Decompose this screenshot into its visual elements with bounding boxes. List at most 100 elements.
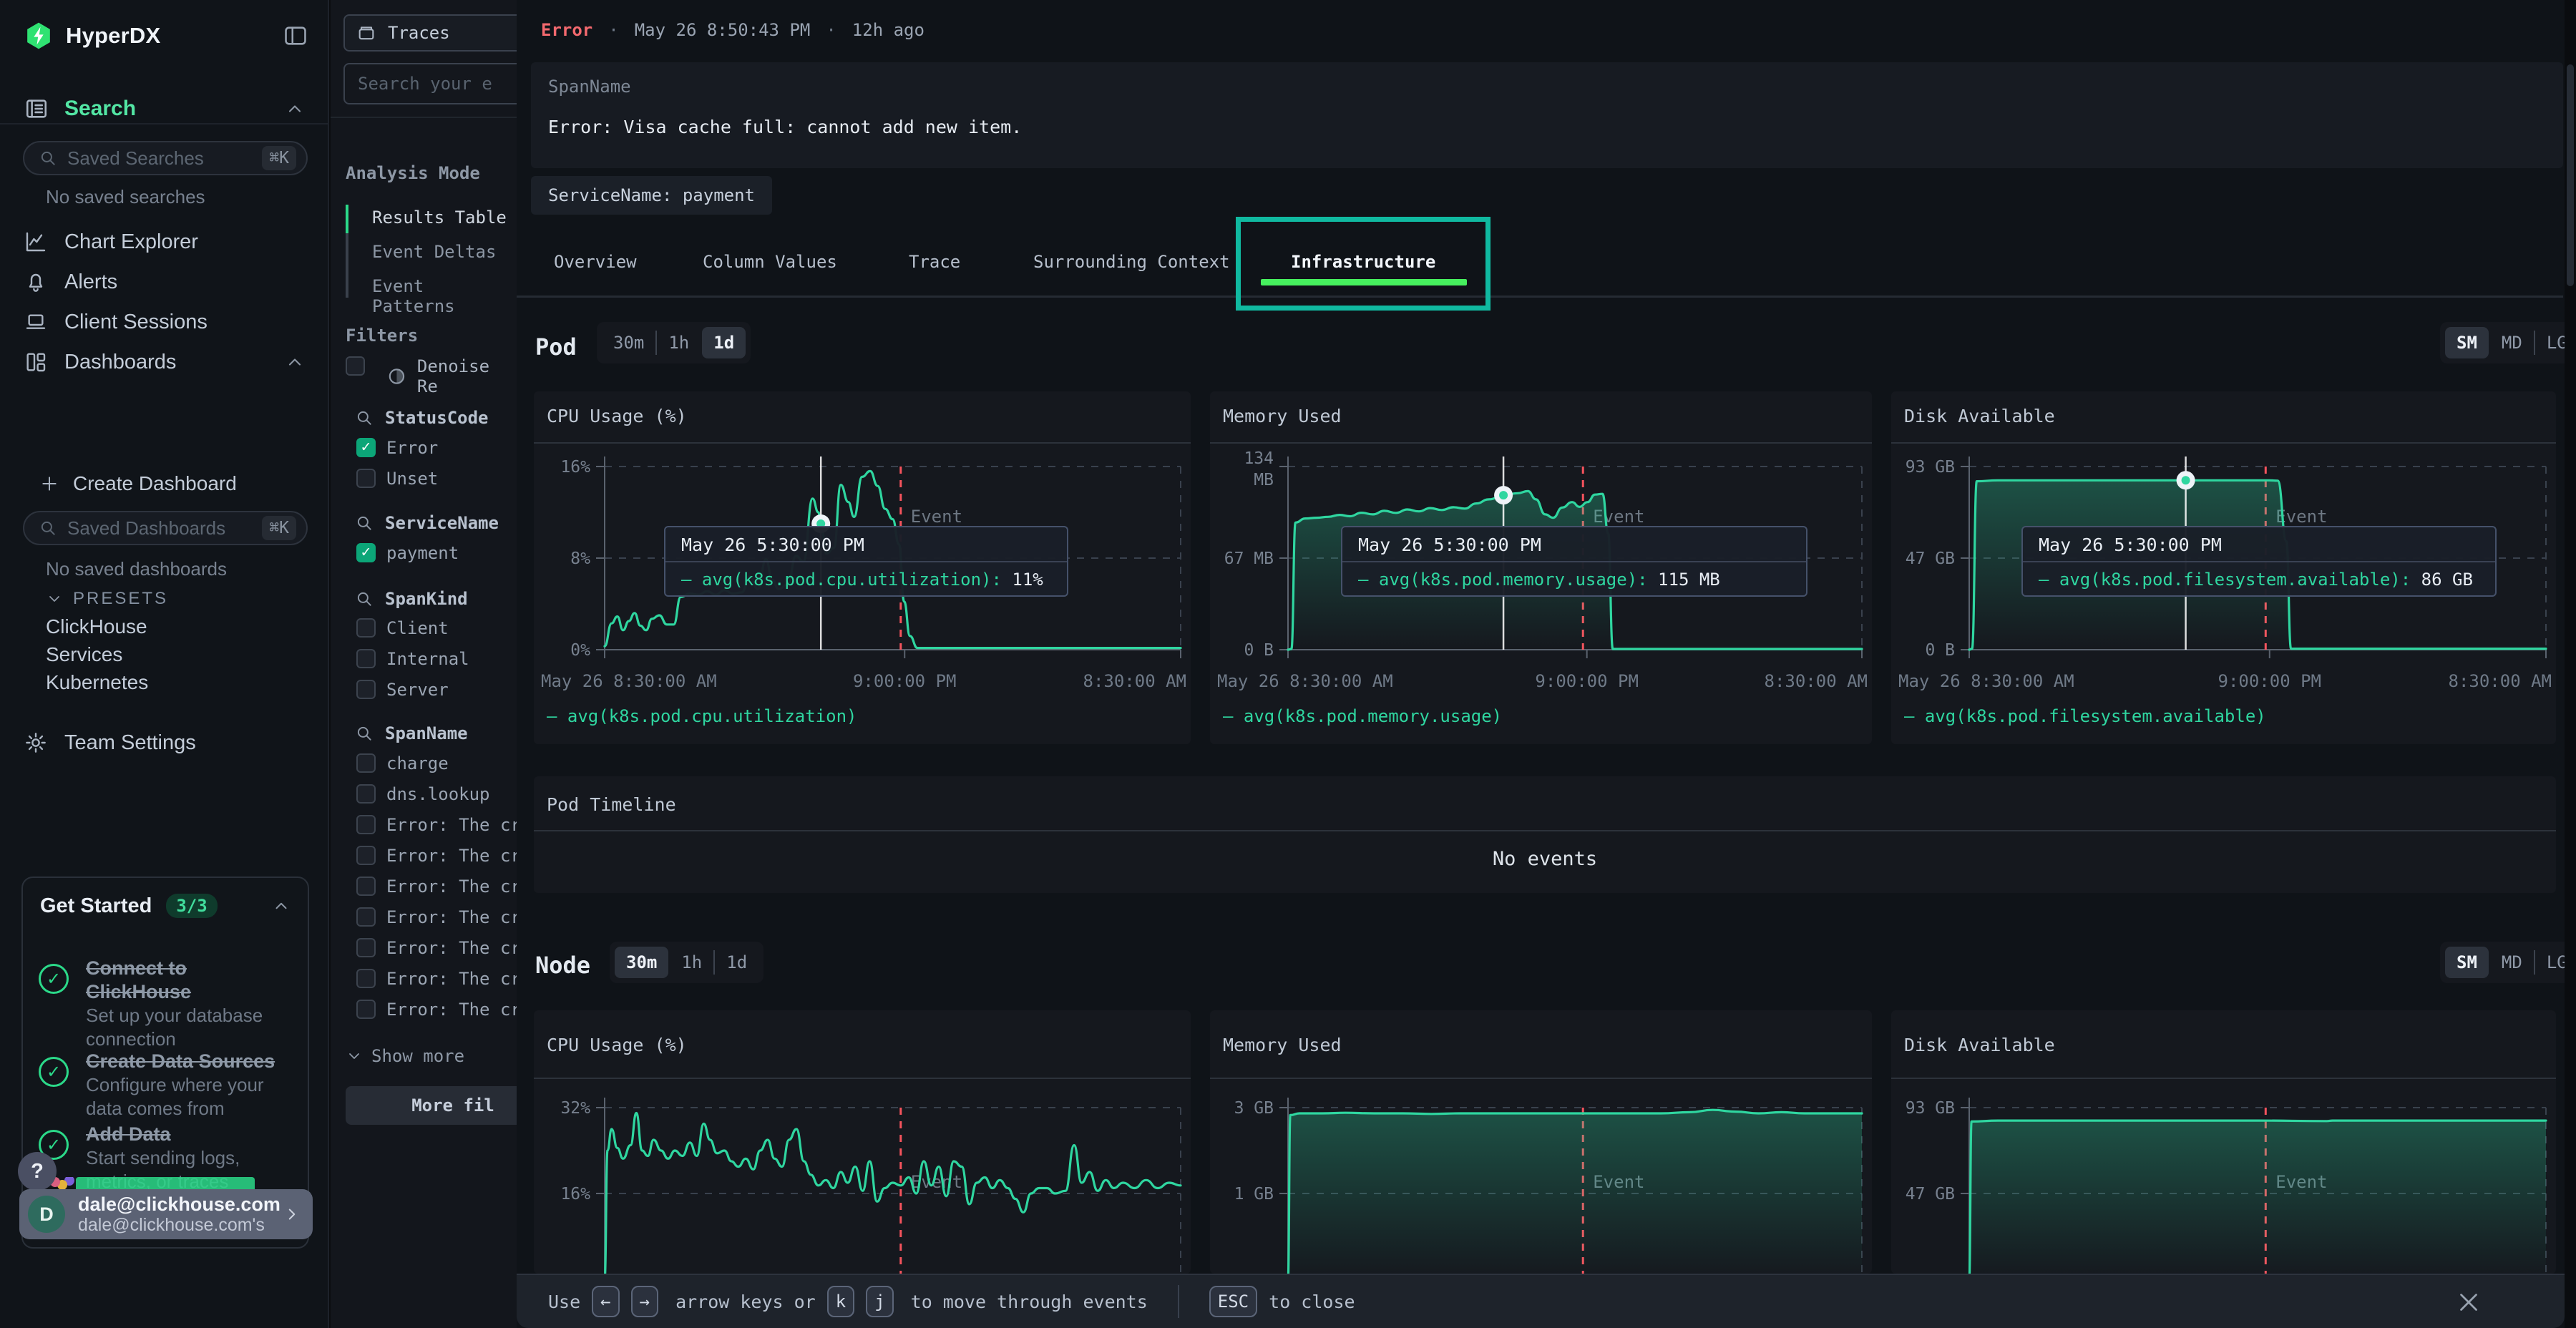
more-filters-label: More fil <box>411 1095 494 1115</box>
filter-checkbox-error-the-cr[interactable] <box>356 846 376 865</box>
filter-checkbox-server[interactable] <box>356 680 376 699</box>
span-name-box: SpanNameError: Visa cache full: cannot a… <box>531 62 2563 168</box>
sidebar-item-client-sessions[interactable]: Client Sessions <box>0 308 329 336</box>
sidebar-item-dashboards[interactable]: Dashboards <box>0 348 329 376</box>
preset-item-kubernetes[interactable]: Kubernetes <box>46 671 148 694</box>
svg-text:93 GB: 93 GB <box>1906 458 1955 477</box>
filter-checkbox-charge[interactable] <box>356 753 376 773</box>
filter-checkbox-dns-lookup[interactable] <box>356 784 376 804</box>
analysis-mode-event-patterns[interactable]: Event Patterns <box>372 276 517 316</box>
no-saved-dashboards: No saved dashboards <box>46 558 227 580</box>
sidebar-item-team-settings[interactable]: Team Settings <box>0 728 329 757</box>
filter-checkbox-error[interactable]: ✓ <box>356 438 376 457</box>
show-more-button[interactable]: Show more <box>346 1046 464 1066</box>
create-dashboard-label: Create Dashboard <box>73 472 237 495</box>
get-started-item[interactable]: ✓Create Data SourcesConfigure where your… <box>39 1050 295 1120</box>
chart-tooltip: May 26 5:30:00 PM— avg(k8s.pod.filesyste… <box>2021 526 2497 597</box>
analysis-mode-results-table[interactable]: Results Table <box>372 208 507 228</box>
get-started-header[interactable]: Get Started3/3 <box>23 878 308 922</box>
sidebar-item-label: Search <box>64 97 136 121</box>
get-started-item-title: Connect to ClickHouse <box>86 957 295 1004</box>
get-started-item-text: Connect to ClickHouseSet up your databas… <box>86 957 295 1051</box>
tab-bar-border <box>517 296 2563 298</box>
kbd-esc-key[interactable]: ESC <box>1209 1286 1257 1317</box>
kbd-nav-key[interactable]: k <box>827 1286 854 1317</box>
chevron-down-icon <box>346 1048 363 1065</box>
preset-item-services[interactable]: Services <box>46 643 122 666</box>
pod-range-option-30m[interactable]: 30m <box>602 327 655 358</box>
node-size-option-sm[interactable]: SM <box>2445 947 2489 978</box>
tab-surrounding-context[interactable]: Surrounding Context <box>1033 252 1230 272</box>
node-range-option-1d[interactable]: 1d <box>715 947 758 978</box>
filter-checkbox-error-the-cr[interactable] <box>356 938 376 957</box>
footer-text: arrow keys or <box>675 1292 816 1312</box>
source-selector[interactable]: Traces <box>343 14 517 52</box>
create-dashboard-button[interactable]: Create Dashboard <box>0 469 329 498</box>
sidebar-item-alerts[interactable]: Alerts <box>0 268 329 296</box>
node-range-option-30m[interactable]: 30m <box>615 947 668 978</box>
tab-overview[interactable]: Overview <box>554 252 637 272</box>
more-filters-button[interactable]: More fil <box>346 1086 517 1125</box>
sidebar-divider <box>0 123 329 125</box>
chart-legend: — avg(k8s.pod.memory.usage) <box>1223 706 1502 726</box>
check-circle-icon: ✓ <box>39 1057 69 1087</box>
kbd-arrow-key[interactable]: ← <box>592 1286 619 1317</box>
filter-checkbox-unset[interactable] <box>356 469 376 488</box>
drawer-close-button[interactable] <box>2456 1289 2482 1315</box>
denoise-checkbox[interactable] <box>346 356 365 376</box>
filter-option-label: Client <box>386 618 449 638</box>
svg-text:0 B: 0 B <box>1925 641 1955 660</box>
tab-trace[interactable]: Trace <box>909 252 960 272</box>
get-started-badge: 3/3 <box>166 894 217 918</box>
node-size-control: SMMDLG <box>2440 942 2576 983</box>
preset-item-clickhouse[interactable]: ClickHouse <box>46 615 147 638</box>
tab-column-values[interactable]: Column Values <box>703 252 837 272</box>
sidebar-item-chart-explorer[interactable]: Chart Explorer <box>0 228 329 256</box>
chart-card-node-cpu: CPU Usage (%)32%16%Event <box>534 1010 1191 1274</box>
node-range-option-1h[interactable]: 1h <box>670 947 713 978</box>
help-button[interactable]: ? <box>18 1152 57 1191</box>
filter-checkbox-error-the-cr[interactable] <box>356 1000 376 1019</box>
analysis-mode-event-deltas[interactable]: Event Deltas <box>372 242 496 262</box>
filter-checkbox-error-the-cr[interactable] <box>356 969 376 988</box>
pod-size-option-sm[interactable]: SM <box>2445 327 2489 358</box>
pod-range-option-1d[interactable]: 1d <box>702 327 746 358</box>
service-name-chip[interactable]: ServiceName: payment <box>531 176 772 215</box>
kbd-arrow-key[interactable]: → <box>631 1286 658 1317</box>
saved-searches-input[interactable]: Saved Searches⌘K <box>23 141 308 175</box>
user-chip[interactable]: Ddale@clickhouse.comdale@clickhouse.com'… <box>19 1189 313 1239</box>
svg-text:47 GB: 47 GB <box>1906 550 1955 568</box>
filter-checkbox-internal[interactable] <box>356 649 376 668</box>
search-icon <box>355 514 374 532</box>
sidebar-item-search[interactable]: Search <box>0 93 329 125</box>
node-section-title: Node <box>535 952 590 979</box>
footer-text: to close <box>1269 1292 1355 1312</box>
plus-icon <box>40 474 59 493</box>
filter-checkbox-error-the-cr[interactable] <box>356 877 376 896</box>
kbd-nav-key[interactable]: j <box>866 1286 893 1317</box>
filter-option-label: dns.lookup <box>386 784 490 804</box>
pod-size-option-md[interactable]: MD <box>2490 327 2534 358</box>
node-size-option-md[interactable]: MD <box>2490 947 2534 978</box>
pod-range-option-1h[interactable]: 1h <box>657 327 701 358</box>
filter-group-name: ServiceName <box>385 513 499 533</box>
filter-checkbox-client[interactable] <box>356 618 376 638</box>
svg-text:9:00:00 PM: 9:00:00 PM <box>1535 671 1639 691</box>
scrollbar-thumb[interactable] <box>2567 64 2574 286</box>
chevron-right-icon <box>283 1205 301 1224</box>
bell-icon <box>24 270 47 293</box>
presets-toggle[interactable]: PRESETS <box>0 587 329 611</box>
sidebar-collapse-button[interactable] <box>283 24 308 48</box>
footer-text: to move through events <box>911 1292 1148 1312</box>
chevron-up-icon <box>285 352 305 372</box>
filter-checkbox-payment[interactable]: ✓ <box>356 543 376 562</box>
filter-group-name: SpanName <box>385 723 468 743</box>
get-started-item[interactable]: ✓Connect to ClickHouseSet up your databa… <box>39 957 295 1051</box>
user-email: dale@clickhouse.com <box>78 1193 280 1215</box>
filter-checkbox-error-the-cr[interactable] <box>356 815 376 834</box>
shortcut-badge: ⌘K <box>262 516 296 540</box>
event-search-input[interactable]: Search your e <box>343 63 517 104</box>
saved-dashboards-input[interactable]: Saved Dashboards⌘K <box>23 511 308 545</box>
filter-checkbox-error-the-cr[interactable] <box>356 907 376 927</box>
filters-panel: TracesSearch your eAnalysis ModeResults … <box>331 0 517 1328</box>
